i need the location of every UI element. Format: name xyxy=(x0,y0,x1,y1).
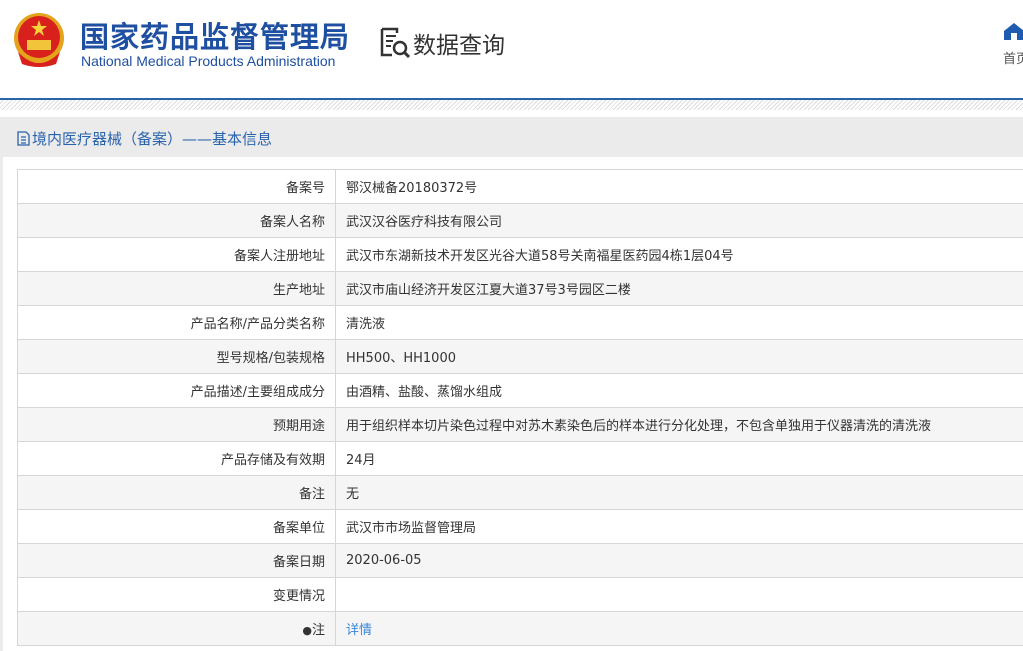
field-label: 产品存储及有效期 xyxy=(17,441,336,476)
field-value: 武汉市市场监督管理局 xyxy=(335,509,1023,544)
field-value: 武汉汉谷医疗科技有限公司 xyxy=(335,203,1023,238)
field-value: 清洗液 xyxy=(335,305,1023,340)
site-header: 国家药品监督管理局 National Medical Products Admi… xyxy=(0,0,1023,99)
field-label: 备注 xyxy=(17,475,336,510)
field-label: 生产地址 xyxy=(17,271,336,306)
document-search-icon xyxy=(380,27,411,59)
table-row: 备案人注册地址 武汉市东湖新技术开发区光谷大道58号关南福星医药园4栋1层04号 xyxy=(17,237,1023,272)
field-value: 武汉市东湖新技术开发区光谷大道58号关南福星医药园4栋1层04号 xyxy=(335,237,1023,272)
site-title-en: National Medical Products Administration xyxy=(81,53,336,69)
section-title: 境内医疗器械（备案）——基本信息 xyxy=(17,128,272,149)
field-label: 产品描述/主要组成成分 xyxy=(17,373,336,408)
table-row: 产品存储及有效期 24月 xyxy=(17,441,1023,476)
info-table: 备案号 鄂汉械备20180372号 备案人名称 武汉汉谷医疗科技有限公司 备案人注册地址… xyxy=(17,169,1023,646)
data-query-label: 数据查询 xyxy=(413,33,505,59)
site-title: 国家药品监督管理局 xyxy=(80,20,351,54)
field-value: 24月 xyxy=(335,441,1023,476)
field-label: 型号规格/包装规格 xyxy=(17,339,336,374)
table-row: 型号规格/包装规格 HH500、HH1000 xyxy=(17,339,1023,374)
lightbulb-icon: ● xyxy=(302,624,312,637)
home-label: 首页 xyxy=(1003,52,1023,67)
field-label: 备案号 xyxy=(17,169,336,204)
field-value xyxy=(335,577,1023,612)
section-title-text: 境内医疗器械（备案）——基本信息 xyxy=(32,130,273,148)
note-label-cell: ●注 xyxy=(17,611,336,646)
national-emblem-logo xyxy=(14,13,64,67)
field-label: 预期用途 xyxy=(17,407,336,442)
hatch-divider xyxy=(0,100,1023,110)
field-value: HH500、HH1000 xyxy=(335,339,1023,374)
field-value: 由酒精、盐酸、蒸馏水组成 xyxy=(335,373,1023,408)
table-row: 产品描述/主要组成成分 由酒精、盐酸、蒸馏水组成 xyxy=(17,373,1023,408)
field-value: 武汉市庙山经济开发区江夏大道37号3号园区二楼 xyxy=(335,271,1023,306)
field-value: 2020-06-05 xyxy=(335,543,1023,578)
field-label: 备案人注册地址 xyxy=(17,237,336,272)
table-row: 生产地址 武汉市庙山经济开发区江夏大道37号3号园区二楼 xyxy=(17,271,1023,306)
field-value: 鄂汉械备20180372号 xyxy=(335,169,1023,204)
table-row: 备注无 xyxy=(17,475,1023,510)
table-row: 变更情况 xyxy=(17,577,1023,612)
field-label: 备案人名称 xyxy=(17,203,336,238)
home-icon xyxy=(1004,23,1023,40)
table-row: 备案号 鄂汉械备20180372号 xyxy=(17,169,1023,204)
field-label: 备案单位 xyxy=(17,509,336,544)
table-row: 预期用途 用于组织样本切片染色过程中对苏木素染色后的样本进行分化处理，不包含单独用… xyxy=(17,407,1023,442)
note-label: 注 xyxy=(311,623,325,638)
details-link[interactable]: 详情 xyxy=(346,623,372,638)
table-row: 备案人名称 武汉汉谷医疗科技有限公司 xyxy=(17,203,1023,238)
home-link[interactable]: 首页 xyxy=(1003,22,1023,67)
data-query-link[interactable]: 数据查询 xyxy=(379,26,505,60)
table-row: 备案日期 2020-06-05 xyxy=(17,543,1023,578)
table-row: 备案单位 武汉市市场监督管理局 xyxy=(17,509,1023,544)
field-value: 用于组织样本切片染色过程中对苏木素染色后的样本进行分化处理，不包含单独用于仪器清… xyxy=(335,407,1023,442)
field-value: 无 xyxy=(335,475,1023,510)
note-row: ●注 详情 xyxy=(17,611,1023,646)
field-label: 变更情况 xyxy=(17,577,336,612)
document-icon xyxy=(17,131,30,146)
table-row: 产品名称/产品分类名称 清洗液 xyxy=(17,305,1023,340)
field-label: 产品名称/产品分类名称 xyxy=(17,305,336,340)
field-label: 备案日期 xyxy=(17,543,336,578)
note-value: 详情 xyxy=(335,611,1023,646)
